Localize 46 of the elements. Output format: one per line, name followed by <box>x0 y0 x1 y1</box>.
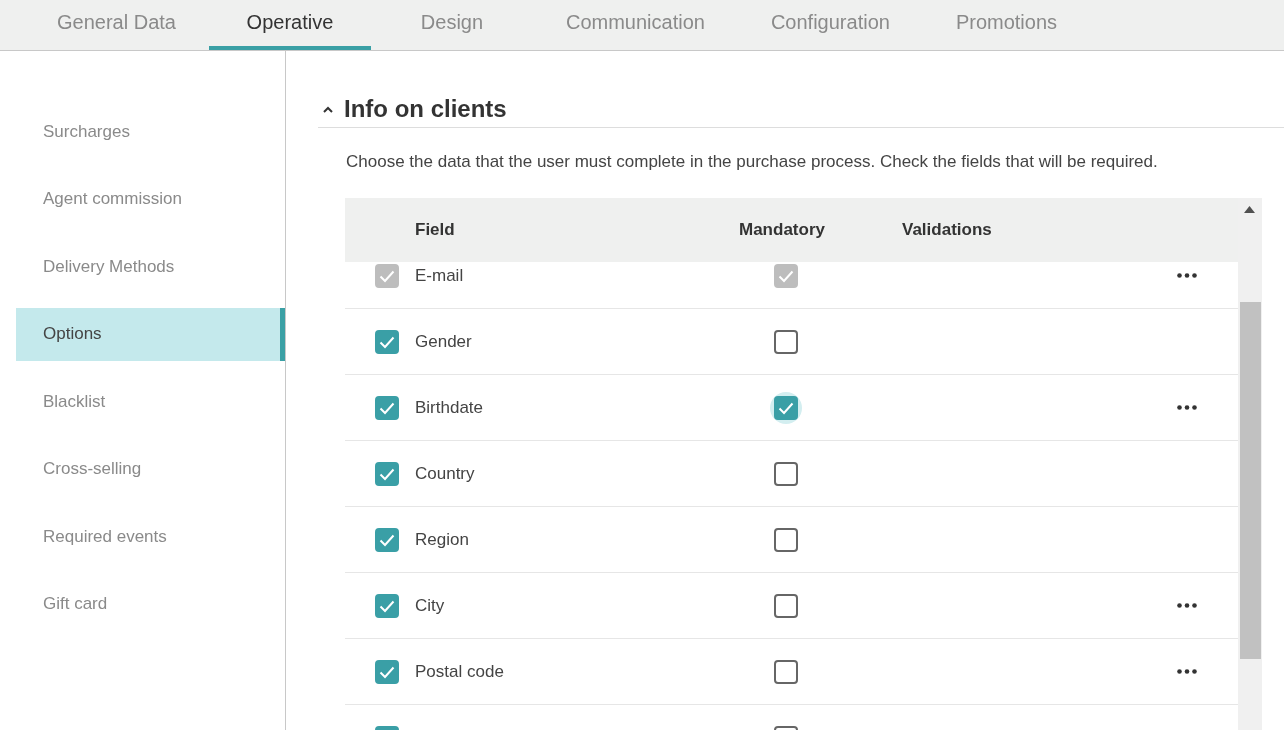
scrollbar-thumb[interactable] <box>1240 302 1261 659</box>
tab[interactable]: Configuration <box>737 0 923 50</box>
checkbox[interactable] <box>774 659 798 684</box>
checkbox[interactable] <box>375 593 399 618</box>
column-header: Mandatory <box>739 220 825 240</box>
checkbox[interactable] <box>375 395 399 420</box>
checkbox[interactable] <box>774 593 798 618</box>
field-name: City <box>415 595 445 616</box>
sidebar-item[interactable]: Delivery Methods <box>16 240 285 293</box>
section-description: Choose the data that the user must complete in the purchase process. Check the fields that will be required. <box>346 151 1159 173</box>
column-header: Field <box>415 220 455 240</box>
field-name: Birthdate <box>415 397 484 418</box>
checkbox[interactable] <box>375 329 399 354</box>
scrollbar-track[interactable] <box>1238 198 1262 730</box>
field-name: Postal code <box>415 661 504 682</box>
field-name: Region <box>415 529 469 550</box>
section-title: Info on clients <box>344 95 507 123</box>
column-header: Validations <box>902 220 992 240</box>
field-name: E-mail <box>415 265 464 286</box>
sidebar-item[interactable]: Required events <box>16 510 285 563</box>
chevron-up-icon[interactable] <box>323 105 333 113</box>
checkbox[interactable] <box>774 329 798 354</box>
sidebar-item[interactable]: Surcharges <box>16 105 285 158</box>
sidebar-item[interactable]: Gift card <box>16 577 285 631</box>
field-name: Gender <box>415 331 472 352</box>
tab[interactable]: Design <box>370 0 533 50</box>
sidebar-item[interactable]: Options <box>16 307 285 361</box>
sidebar-item[interactable]: Agent commission <box>16 172 285 226</box>
sidebar-item[interactable]: Cross-selling <box>16 442 285 496</box>
more-icon[interactable] <box>1177 273 1197 278</box>
checkbox[interactable] <box>774 461 798 486</box>
tab[interactable]: Promotions <box>922 0 1091 50</box>
field-name: Country <box>415 463 475 484</box>
sidebar-item[interactable]: Blacklist <box>16 375 285 428</box>
more-icon[interactable] <box>1177 603 1197 608</box>
tab[interactable]: Communication <box>532 0 738 50</box>
more-icon[interactable] <box>1177 669 1197 674</box>
more-icon[interactable] <box>1177 405 1197 410</box>
checkbox[interactable] <box>375 461 399 486</box>
checkbox[interactable] <box>770 391 802 424</box>
scroll-up-arrow-icon[interactable] <box>1244 206 1255 213</box>
tab[interactable]: General Data <box>24 0 209 50</box>
checkbox[interactable] <box>375 659 399 684</box>
checkbox[interactable] <box>375 527 399 552</box>
checkbox[interactable] <box>774 527 798 552</box>
tab[interactable]: Operative <box>208 0 371 50</box>
